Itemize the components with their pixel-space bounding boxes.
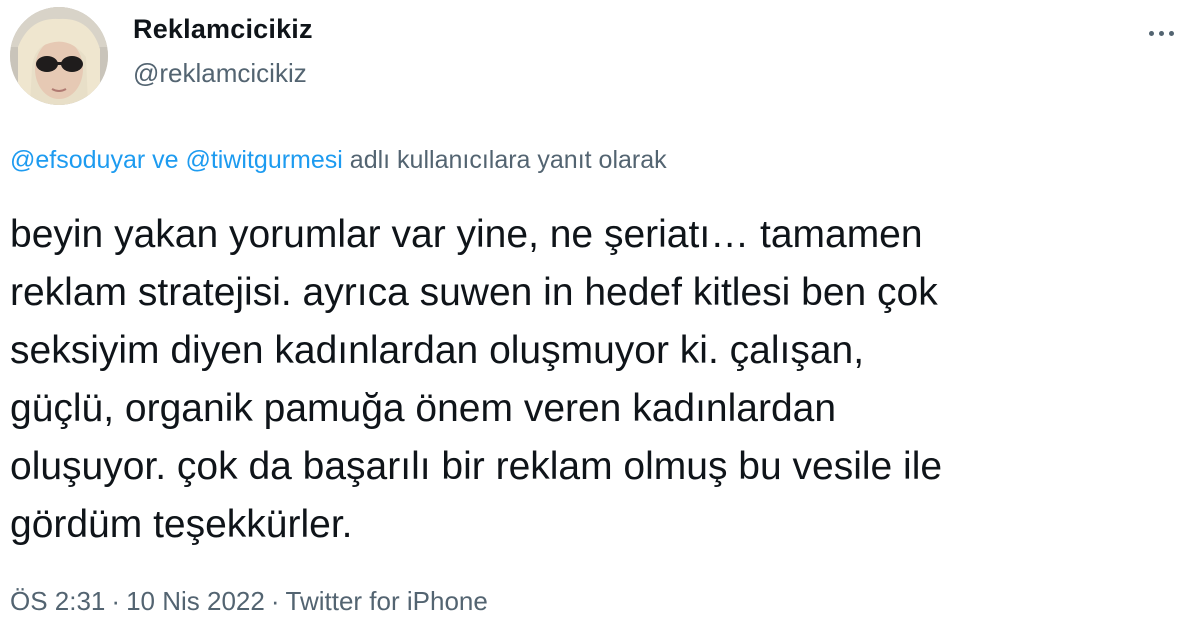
- tweet-date[interactable]: 10 Nis 2022: [126, 586, 265, 616]
- tweet-metadata: ÖS 2:31 · 10 Nis 2022 · Twitter for iPhone: [10, 586, 488, 617]
- mention-link[interactable]: @tiwitgurmesi: [185, 146, 342, 174]
- tweet-text-line: güçlü, organik pamuğa önem veren kadınla…: [10, 387, 837, 430]
- reply-context-suffix: adlı kullanıcılara yanıt olarak: [349, 146, 667, 174]
- more-horizontal-icon: [1168, 30, 1174, 36]
- tweet-text: beyin yakan yorumlar var yine, ne şeriat…: [10, 206, 1170, 554]
- tweet-text-line: reklam stratejisi. ayrıca suwen in hedef…: [10, 271, 938, 314]
- meta-separator: ·: [111, 586, 121, 616]
- avatar-image: [10, 7, 108, 105]
- reply-connector: ve: [152, 146, 179, 174]
- meta-separator: ·: [270, 586, 280, 616]
- author-handle[interactable]: @reklamcicikiz: [133, 58, 307, 89]
- tweet-text-line: beyin yakan yorumlar var yine, ne şeriat…: [10, 213, 923, 256]
- more-horizontal-icon: [1148, 30, 1154, 36]
- reply-context: @efsoduyar ve @tiwitgurmesi adlı kullanı…: [10, 146, 667, 175]
- tweet-time[interactable]: ÖS 2:31: [10, 586, 105, 616]
- avatar[interactable]: [10, 7, 108, 105]
- tweet-text-line: seksiyim diyen kadınlardan oluşmuyor ki.…: [10, 329, 865, 372]
- tweet-text-line: gördüm teşekkürler.: [10, 503, 353, 546]
- tweet-text-line: oluşuyor. çok da başarılı bir reklam olm…: [10, 445, 943, 488]
- more-options-button[interactable]: [1136, 18, 1186, 48]
- tweet-source[interactable]: Twitter for iPhone: [286, 586, 488, 616]
- mention-link[interactable]: @efsoduyar: [10, 146, 145, 174]
- author-display-name[interactable]: Reklamcicikiz: [133, 14, 313, 45]
- tweet-card: Reklamcicikiz @reklamcicikiz @efsoduyar …: [0, 0, 1200, 638]
- more-horizontal-icon: [1158, 30, 1164, 36]
